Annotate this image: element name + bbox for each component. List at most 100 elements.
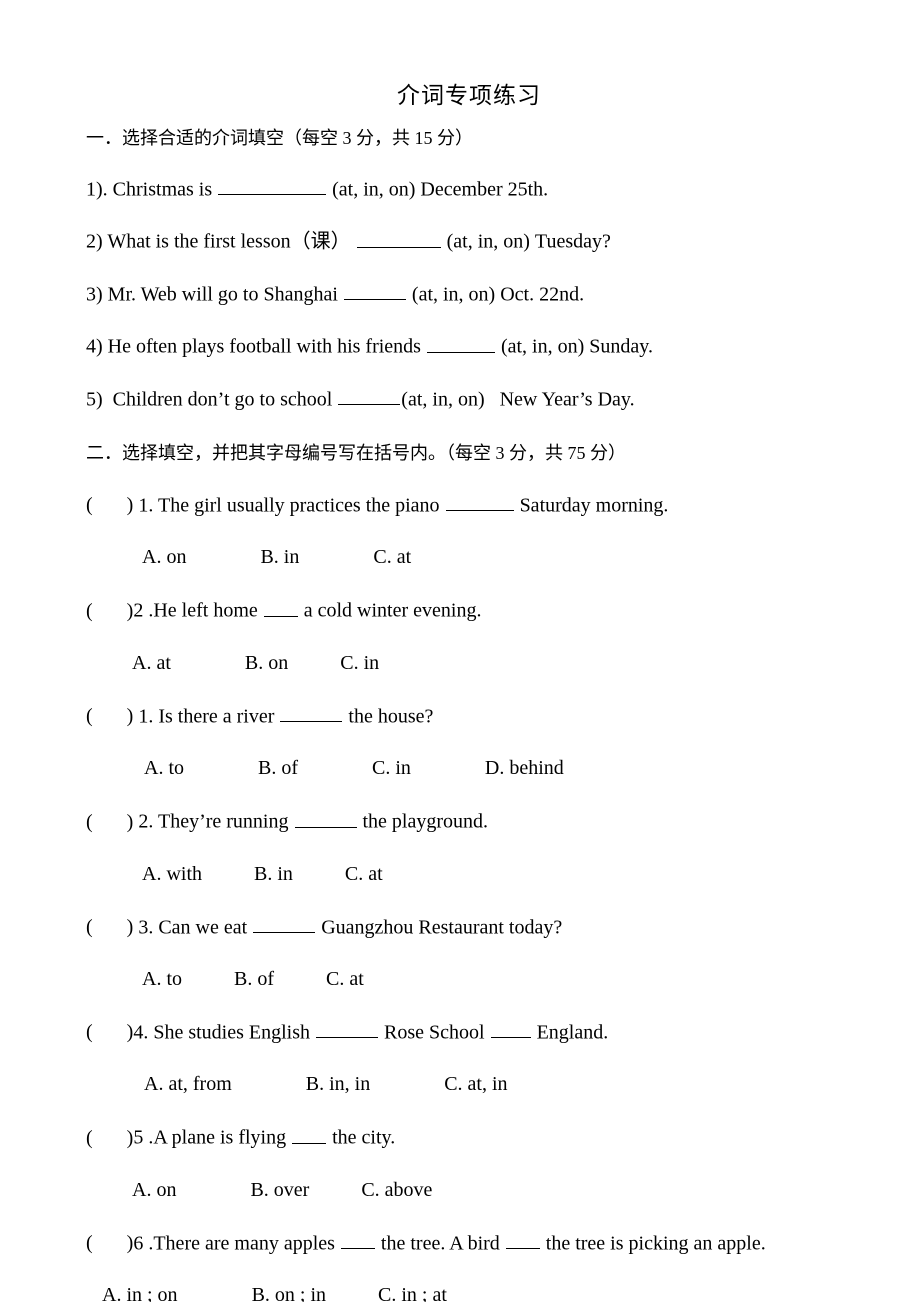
part-one-question-2: 2) What is the first lesson（课） (at, in, … [86,230,880,253]
question-text-before: Mr. Web will go to Shanghai [107,283,338,306]
answer-blank[interactable] [294,810,357,828]
question-number: 2. [138,810,154,833]
option-b[interactable]: B. of [258,757,298,779]
option-c[interactable]: C. in ; at [378,1284,447,1302]
part-one-question-4: 4) He often plays football with his frie… [86,335,880,358]
answer-paren-close: ) [126,810,134,833]
question-text-before: Christmas is [112,178,213,201]
answer-paren-open: ( [86,494,93,517]
question-text-after: the house? [348,705,434,728]
part-one-heading: 一．选择合适的介词填空（每空 3 分，共 15 分） [86,128,473,148]
answer-blank[interactable] [263,599,298,617]
question-number: 4) [86,335,103,358]
mc-item: ()2 .He left home a cold winter evening.… [86,599,880,673]
mc-item: () 1. The girl usually practices the pia… [86,494,880,567]
option-a[interactable]: A. at, from [144,1073,232,1095]
option-c[interactable]: C. above [361,1179,432,1201]
answer-blank[interactable] [505,1232,540,1250]
question-text-after: the city. [332,1126,396,1149]
option-a[interactable]: A. with [142,863,202,885]
question-text-before: Can we eat [158,915,248,938]
option-b[interactable]: B. over [250,1179,309,1201]
option-c[interactable]: C. at [373,546,411,568]
mc-question-8: ()6 .There are many apples the tree. A b… [86,1232,880,1253]
question-text-before: What is the first lesson（课） [107,230,351,253]
answer-blank[interactable] [343,283,406,301]
document-page: 介词专项练习 一．选择合适的介词填空（每空 3 分，共 15 分） 1). Ch… [0,0,920,1302]
option-a[interactable]: A. in ; on [102,1284,178,1302]
option-c[interactable]: C. in [372,757,411,779]
question-text-before: He left home [153,599,258,622]
question-text-before: They’re running [157,810,289,833]
option-b[interactable]: B. on [245,652,288,674]
option-b[interactable]: B. in, in [306,1073,370,1095]
part-one-question-3: 3) Mr. Web will go to Shanghai (at, in, … [86,283,880,304]
option-a[interactable]: A. at [132,652,171,674]
answer-blank[interactable] [280,705,343,723]
option-c[interactable]: C. at [326,968,364,990]
answer-paren-open: ( [86,1021,93,1044]
option-c[interactable]: C. at, in [444,1073,507,1095]
option-b[interactable]: B. in [254,863,293,885]
answer-paren-close: ) [126,705,134,728]
question-text-after: (at, in, on) Sunday. [500,335,653,358]
question-text-after: the tree is picking an apple. [545,1232,766,1255]
question-number: 5) [86,387,103,410]
option-c[interactable]: C. at [345,863,383,885]
question-text-after: England. [536,1021,609,1044]
answer-blank[interactable] [356,230,441,248]
mc-options-3: A. to B. of C. in D. behind [86,758,880,778]
option-a[interactable]: A. on [142,546,186,568]
option-d[interactable]: D. behind [485,757,564,779]
answer-blank[interactable] [292,1126,327,1144]
question-text-before: He often plays football with his friends [107,335,421,358]
question-number: 4. [133,1021,149,1044]
mc-item: ()4. She studies English Rose School Eng… [86,1021,880,1094]
page-title: 介词专项练习 [397,83,541,108]
answer-blank[interactable] [340,1232,375,1250]
mc-question-5: () 3. Can we eat Guangzhou Restaurant to… [86,916,880,937]
option-a[interactable]: A. to [142,968,182,990]
option-a[interactable]: A. on [132,1179,176,1201]
answer-paren-open: ( [86,705,93,728]
answer-blank[interactable] [218,178,327,196]
question-text-before: Is there a river [158,705,275,728]
answer-blank[interactable] [316,1021,379,1039]
answer-blank[interactable] [445,494,514,512]
answer-blank[interactable] [426,335,495,353]
answer-blank[interactable] [338,388,401,405]
mc-item: () 3. Can we eat Guangzhou Restaurant to… [86,916,880,989]
answer-paren-open: ( [86,599,93,622]
answer-blank[interactable] [253,916,316,933]
option-c[interactable]: C. in [340,652,379,674]
question-text-after: a cold winter evening. [303,599,482,622]
question-text-middle: Rose School [384,1021,485,1044]
mc-question-7: ()5 .A plane is flying the city. [86,1126,880,1149]
option-b[interactable]: B. of [234,968,274,990]
mc-options-4: A. with B. in C. at [86,864,880,884]
option-b[interactable]: B. in [260,546,299,568]
mc-question-2: ()2 .He left home a cold winter evening. [86,599,880,622]
question-text-after: (at, in, on) Oct. 22nd. [411,283,585,306]
question-number: 6 . [133,1232,154,1255]
mc-options-6: A. at, from B. in, in C. at, in [86,1074,880,1094]
mc-options-2: A. at B. on C. in [86,653,880,673]
question-number: 3. [138,915,154,938]
mc-options-1: A. on B. in C. at [86,547,880,567]
question-text-after: (at, in, on) December 25th. [332,178,549,201]
question-number: 2 . [133,599,154,622]
question-number: 1). [86,178,108,201]
answer-paren-open: ( [86,1232,93,1255]
mc-question-6: ()4. She studies English Rose School Eng… [86,1021,880,1042]
section-part-two: 二．选择填空，并把其字母编号写在括号内。（每空 3 分，共 75 分） () 1… [86,444,880,1302]
option-b[interactable]: B. on ; in [252,1284,326,1302]
question-number: 5 . [133,1126,154,1149]
option-a[interactable]: A. to [144,757,184,779]
answer-paren-close: ) [126,915,134,938]
answer-paren-open: ( [86,1126,93,1149]
question-number: 1. [138,494,154,517]
question-text-after: the playground. [362,810,489,833]
answer-blank[interactable] [490,1021,531,1039]
question-text-after: (at, in, on) Tuesday? [446,230,611,253]
mc-options-7: A. on B. over C. above [86,1180,880,1200]
